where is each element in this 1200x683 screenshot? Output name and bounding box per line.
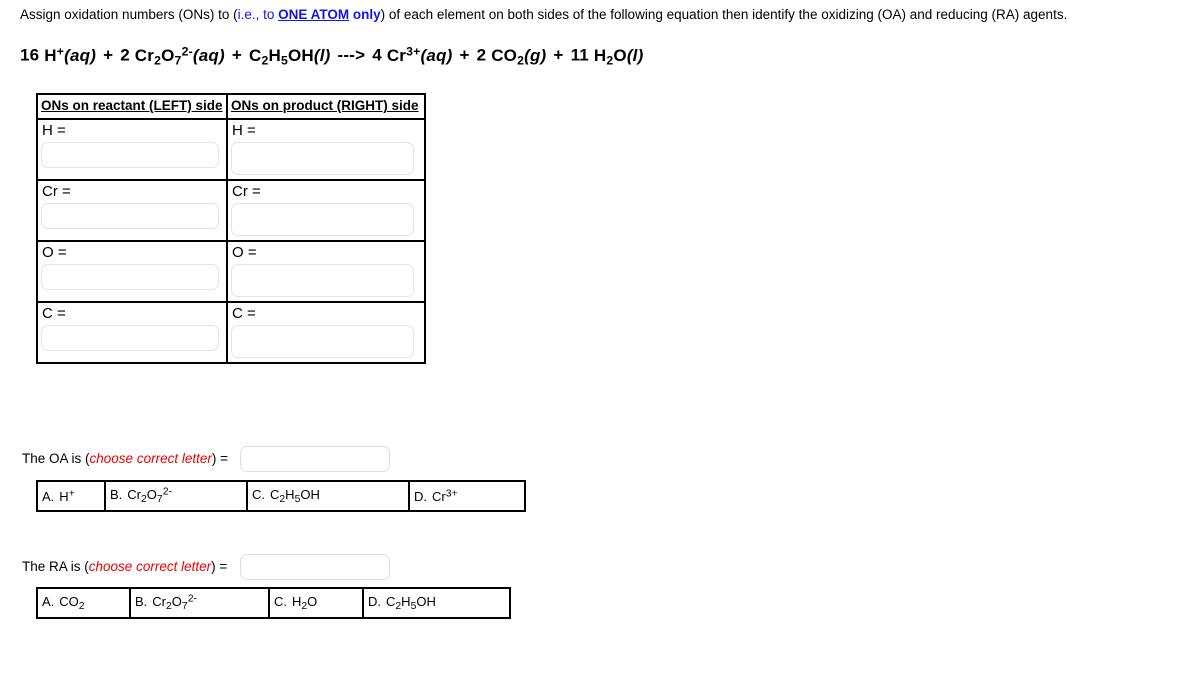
table-row: H = H = (36, 118, 426, 181)
species-water: H2O(l) (593, 45, 644, 67)
plus-4: + (553, 45, 564, 65)
cell-reactant-c: C = (36, 301, 228, 364)
cell-product-o: O = (226, 240, 426, 303)
oxidation-numbers-table: ONs on reactant (LEFT) side ONs on produ… (36, 93, 426, 364)
ra-choice-d-letter: D. (368, 593, 381, 609)
cell-product-cr: Cr = (226, 179, 426, 242)
species-dichromate: Cr2O72-(aq) (134, 44, 225, 67)
table-row: C = C = (36, 301, 426, 364)
oa-choices-table: A. H+ B. Cr2O72- C. C2H5OH D. Cr3+ (36, 480, 526, 512)
species-hydrogen-ion: H+(aq) (44, 44, 97, 65)
oa-choices-row: A. H+ B. Cr2O72- C. C2H5OH D. Cr3+ (36, 480, 526, 512)
instructions-blue-lead: i.e., to (237, 7, 279, 22)
input-product-o[interactable] (231, 264, 414, 297)
oa-choice-b[interactable]: B. Cr2O72- (104, 480, 248, 512)
ra-choice-c-formula: H2O (292, 593, 318, 613)
table-row: Cr = Cr = (36, 179, 426, 242)
header-reactant-side: ONs on reactant (LEFT) side (36, 93, 228, 120)
oa-choice-b-formula: Cr2O72- (127, 486, 172, 506)
species-carbon-dioxide: CO2(g) (491, 45, 547, 67)
instructions-part2: ) of each element on both sides of the f… (380, 7, 1068, 22)
ra-choice-c[interactable]: C. H2O (268, 587, 364, 619)
oa-choice-c[interactable]: C. C2H5OH (246, 480, 410, 512)
oa-choice-b-letter: B. (110, 487, 123, 503)
table-header-row: ONs on reactant (LEFT) side ONs on produ… (36, 93, 426, 120)
label-reactant-cr: Cr = (42, 183, 71, 200)
cell-product-h: H = (226, 118, 426, 181)
oa-choice-d-formula: Cr3+ (432, 488, 458, 504)
label-reactant-c: C = (42, 305, 66, 322)
label-product-cr: Cr = (232, 183, 261, 200)
input-reactant-cr[interactable] (41, 203, 219, 229)
input-product-h[interactable] (231, 142, 414, 175)
table-row: O = O = (36, 240, 426, 303)
ra-choices-row: A. CO2 B. Cr2O72- C. H2O D. C2H5OH (36, 587, 511, 619)
oa-choice-a-formula: H+ (59, 488, 75, 504)
oa-question-label: The OA is (choose correct letter) = (22, 451, 228, 466)
instructions-blue-emphasis: ONE ATOM (278, 7, 350, 22)
ra-prefix: The RA is ( (22, 559, 89, 574)
instructions-part1: Assign oxidation numbers (ONs) to ( (20, 7, 238, 22)
reaction-arrow: ---> (337, 45, 366, 65)
instructions-blue-only: only (349, 7, 381, 22)
coefficient-dichromate: 2 (120, 45, 130, 65)
species-ethanol: C2H5OH(l) (248, 45, 331, 67)
ra-choice-d-formula: C2H5OH (386, 593, 436, 613)
coefficient-co2: 2 (476, 45, 487, 65)
ra-choice-c-letter: C. (274, 593, 287, 609)
ra-choice-b-formula: Cr2O72- (152, 593, 197, 613)
plus-2: + (231, 45, 242, 65)
label-reactant-o: O = (42, 244, 67, 261)
oa-choice-a-letter: A. (42, 488, 55, 504)
oa-emphasis: choose correct letter (89, 451, 212, 466)
ra-choice-a-letter: A. (42, 593, 55, 609)
oa-choice-d-letter: D. (414, 488, 427, 504)
input-reactant-h[interactable] (41, 142, 219, 168)
input-reactant-c[interactable] (41, 325, 219, 351)
oa-choice-a[interactable]: A. H+ (36, 480, 106, 512)
oa-prefix: The OA is ( (22, 451, 90, 466)
input-reactant-o[interactable] (41, 264, 219, 290)
ra-question-label: The RA is (choose correct letter) = (22, 559, 227, 574)
cell-reactant-cr: Cr = (36, 179, 228, 242)
ra-emphasis: choose correct letter (88, 559, 212, 574)
ra-choice-a-formula: CO2 (59, 593, 85, 613)
oa-choice-d[interactable]: D. Cr3+ (408, 480, 526, 512)
label-reactant-h: H = (42, 122, 66, 139)
cell-reactant-o: O = (36, 240, 228, 303)
oa-suffix: ) = (211, 451, 228, 466)
header-product-side: ONs on product (RIGHT) side (226, 93, 426, 120)
ra-choice-d[interactable]: D. C2H5OH (362, 587, 511, 619)
input-product-c[interactable] (231, 325, 414, 358)
coefficient-cr3: 4 (372, 45, 382, 65)
oa-answer-input[interactable] (240, 446, 390, 472)
plus-3: + (459, 45, 470, 65)
oa-choice-c-letter: C. (252, 486, 265, 502)
cell-product-c: C = (226, 301, 426, 364)
coefficient-h: 16 (20, 45, 40, 65)
label-product-h: H = (232, 122, 256, 139)
ra-choice-a[interactable]: A. CO2 (36, 587, 131, 619)
label-product-o: O = (232, 244, 257, 261)
label-product-c: C = (232, 305, 256, 322)
plus-1: + (103, 45, 114, 65)
chemical-equation: 16 H+(aq) +2 Cr2O72-(aq) + C2H5OH(l) ---> 4 C… (20, 44, 643, 67)
input-product-cr[interactable] (231, 203, 414, 236)
ra-suffix: ) = (211, 559, 228, 574)
species-chromium-iii: Cr3+(aq) (386, 44, 453, 65)
ra-choices-table: A. CO2 B. Cr2O72- C. H2O D. C2H5OH (36, 587, 511, 619)
coefficient-water: 11 (570, 45, 589, 65)
ra-answer-input[interactable] (240, 554, 390, 580)
cell-reactant-h: H = (36, 118, 228, 181)
ra-choice-b-letter: B. (135, 594, 148, 610)
ra-choice-b[interactable]: B. Cr2O72- (129, 587, 270, 619)
oa-choice-c-formula: C2H5OH (270, 486, 320, 506)
instructions-text: Assign oxidation numbers (ONs) to (i.e.,… (20, 7, 1067, 23)
